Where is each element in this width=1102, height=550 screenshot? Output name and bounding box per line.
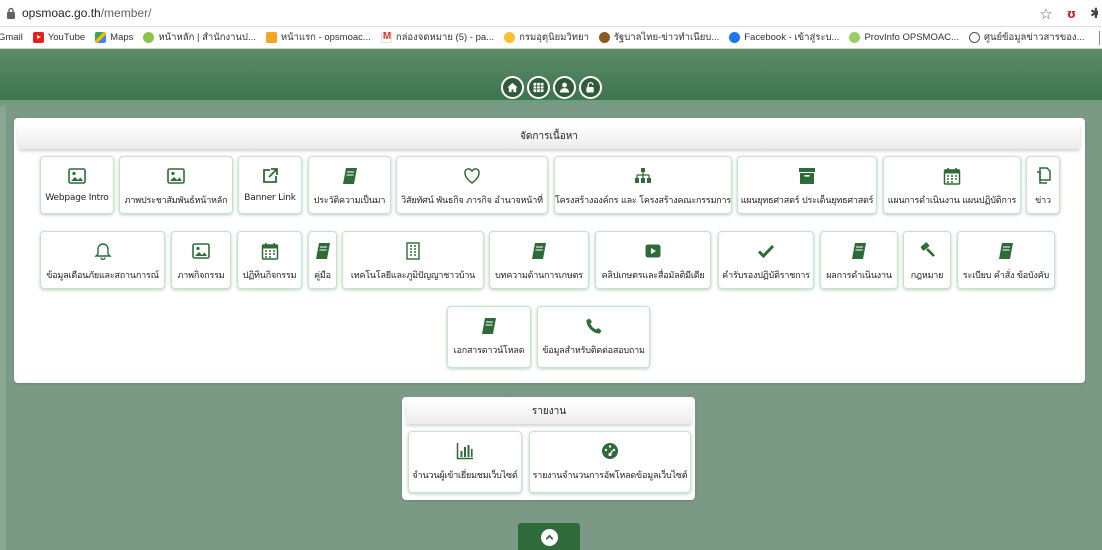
report-panel-title: รายงาน <box>406 399 692 424</box>
bookmark-home-office[interactable]: หน้าหลัก | สำนักงานป... <box>143 30 256 45</box>
tile-org-structure[interactable]: โครงสร้างองค์กร และ โครงสร้างคณะกรรมการ <box>554 156 732 214</box>
grid-button[interactable] <box>527 76 550 99</box>
tile-news[interactable]: ข่าว <box>1026 156 1060 214</box>
tile-hero-images[interactable]: ภาพประชาสัมพันธ์หน้าหลัก <box>119 156 233 214</box>
gmail-icon <box>380 31 392 43</box>
tile-law[interactable]: กฎหมาย <box>903 231 951 289</box>
bookmarks-bar: Gmail YouTube Maps หน้าหลัก | สำนักงานป.… <box>0 27 1102 49</box>
tile-technology-wisdom[interactable]: เทคโนโลยีและภูมิปัญญาชาวบ้าน <box>342 231 484 289</box>
bookmark-thaigov[interactable]: รัฐบาลไทย-ข่าวทำเนียบ... <box>598 30 719 45</box>
puzzle-icon[interactable]: ✱ <box>1090 7 1098 21</box>
globe-icon <box>968 32 980 43</box>
tile-downloads[interactable]: เอกสารดาวน์โหลด <box>447 306 531 368</box>
bookmark-provinfo[interactable]: ProvInfo OPSMOAC... <box>849 32 959 43</box>
tile-warning-info[interactable]: ข้อมูลเตือนภัยและสถานการณ์ <box>40 231 165 289</box>
external-link-icon <box>260 166 280 186</box>
maps-icon <box>95 32 107 43</box>
tile-activity-calendar[interactable]: ปฏิทินกิจกรรม <box>237 231 302 289</box>
gov-icon <box>598 32 610 43</box>
site-icon <box>265 32 277 43</box>
user-icon <box>559 82 570 93</box>
tile-agri-articles[interactable]: บทความด้านการเกษตร <box>489 231 589 289</box>
tile-banner-link[interactable]: Banner Link <box>238 156 302 214</box>
unlock-icon <box>586 82 594 93</box>
tile-activity-photos[interactable]: ภาพกิจกรรม <box>171 231 231 289</box>
book-icon <box>529 241 549 261</box>
tile-performance-agreement[interactable]: คำรับรองปฏิบัติราชการ <box>718 231 814 289</box>
youtube-icon <box>32 32 44 43</box>
gavel-icon <box>917 241 937 261</box>
bar-chart-icon <box>455 441 475 461</box>
lock-icon <box>6 7 16 19</box>
tile-contact-info[interactable]: ข้อมูลสำหรับติดต่อสอบถาม <box>537 306 650 368</box>
bookmark-weather[interactable]: กรมอุตุนิยมวิทยา <box>504 30 589 45</box>
tile-upload-report[interactable]: รายงานจำนวนการอัพโหลดข้อมูลเว็บไซต์ <box>529 431 691 493</box>
home-icon <box>507 82 518 93</box>
book-icon <box>340 166 360 186</box>
book-icon <box>479 316 499 336</box>
content-panel-title: จัดการเนื้อหา <box>18 124 1080 149</box>
copy-icon <box>1033 166 1053 186</box>
heart-icon <box>462 166 482 186</box>
tile-manual[interactable]: คู่มือ <box>308 231 337 289</box>
book-icon <box>313 241 333 261</box>
bookmark-facebook[interactable]: Facebook - เข้าสู่ระบ... <box>729 30 839 45</box>
bookmarks-separator <box>1099 31 1100 45</box>
left-edge <box>0 106 6 550</box>
image-icon <box>191 241 211 261</box>
facebook-icon <box>729 32 741 43</box>
bookmark-gmail[interactable]: Gmail <box>0 32 23 43</box>
extension-icon[interactable]: ʊ <box>1067 8 1076 20</box>
tile-vision-mission[interactable]: วิสัยทัศน์ พันธกิจ ภารกิจ อำนาจหน้าที่ <box>396 156 548 214</box>
tile-regulations[interactable]: ระเบียบ คำสั่ง ข้อบังคับ <box>957 231 1055 289</box>
chevron-up-icon <box>540 529 558 546</box>
org-chart-icon <box>633 166 653 186</box>
bookmark-info-center[interactable]: ศูนย์ข้อมูลข่าวสารของ... <box>968 30 1084 45</box>
tile-history[interactable]: ประวัติความเป็นมา <box>308 156 391 214</box>
user-button[interactable] <box>553 76 576 99</box>
check-icon <box>756 241 776 261</box>
bookmark-star-icon[interactable]: ☆ <box>1039 6 1052 22</box>
calendar-icon <box>260 241 280 261</box>
phone-icon <box>584 316 604 336</box>
bookmark-mailbox[interactable]: กล่องจดหมาย (5) - pa... <box>380 30 494 45</box>
logout-button[interactable] <box>579 76 602 99</box>
archive-icon <box>797 166 817 186</box>
site-icon <box>849 32 861 43</box>
dashboard-icon <box>600 441 620 461</box>
bookmark-maps[interactable]: Maps <box>95 32 133 43</box>
video-icon <box>643 241 663 261</box>
tile-agri-clips[interactable]: คลิปเกษตรและสื่อมัลติมีเดีย <box>595 231 711 289</box>
book-icon <box>996 241 1016 261</box>
tile-webpage-intro[interactable]: Webpage Intro <box>40 156 114 214</box>
top-nav <box>501 76 602 99</box>
home-button[interactable] <box>501 76 524 99</box>
address-bar[interactable]: opsmoac.go.th/member/ ☆ ʊ ✱ <box>0 0 1102 27</box>
bookmark-youtube[interactable]: YouTube <box>32 32 85 43</box>
book-icon <box>849 241 869 261</box>
building-icon <box>403 241 423 261</box>
tile-performance-results[interactable]: ผลการดำเนินงาน <box>820 231 898 289</box>
bookmark-opsmoac[interactable]: หน้าแรก - opsmoac... <box>265 30 371 45</box>
calendar-icon <box>942 166 962 186</box>
bell-icon <box>93 241 113 261</box>
weather-icon <box>504 32 516 43</box>
tile-operation-plan[interactable]: แผนการดำเนินงาน แผนปฏิบัติการ <box>883 156 1021 214</box>
tile-strategy-plan[interactable]: แผนยุทธศาสตร์ ประเด็นยุทธศาสตร์ <box>737 156 877 214</box>
scroll-top-button[interactable] <box>518 523 580 550</box>
image-icon <box>67 166 87 186</box>
grid-icon <box>533 82 544 93</box>
url-text[interactable]: opsmoac.go.th/member/ <box>22 6 151 20</box>
image-icon <box>166 166 186 186</box>
site-icon <box>143 32 155 43</box>
tile-visitor-count[interactable]: จำนวนผู้เข้าเยี่ยมชมเว็บไซต์ <box>408 431 522 493</box>
